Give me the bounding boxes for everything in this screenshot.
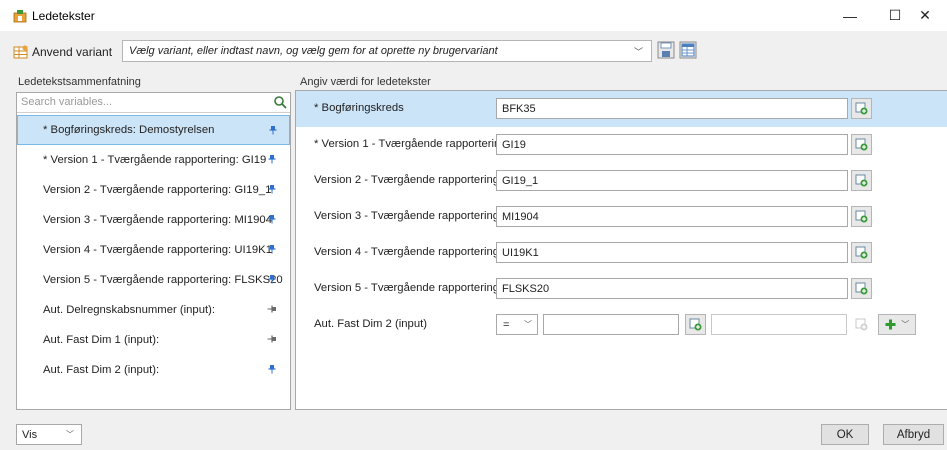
range-to-field[interactable] — [711, 314, 847, 335]
prompt-value-field[interactable]: GI19 — [496, 134, 848, 155]
chevron-down-icon: ﹀ — [66, 430, 74, 439]
lookup-button[interactable] — [851, 98, 872, 119]
pin-icon[interactable] — [267, 364, 277, 374]
minimize-button[interactable]: — — [828, 0, 872, 31]
search-icon[interactable] — [273, 95, 287, 109]
lookup-icon — [855, 138, 867, 150]
list-item[interactable]: Aut. Delregnskabsnummer (input): — [17, 295, 290, 325]
apply-variant-icon — [13, 45, 28, 59]
lookup-button[interactable] — [685, 314, 706, 335]
pin-icon[interactable] — [267, 184, 277, 194]
prompt-label: * Version 1 - Tværgående rapportering — [314, 138, 507, 150]
pin-icon[interactable] — [267, 154, 277, 164]
lookup-button[interactable] — [851, 242, 872, 263]
range-from-field[interactable] — [543, 314, 679, 335]
lookup-icon — [855, 102, 867, 114]
lookup-button[interactable] — [851, 134, 872, 155]
list-item-label: Version 4 - Tværgående rapportering: UI1… — [43, 244, 272, 256]
pin-icon[interactable] — [267, 244, 277, 254]
prompt-row: Version 4 - Tværgående rapportering UI19… — [296, 235, 947, 271]
view-select[interactable]: Vis ﹀ — [16, 424, 82, 445]
list-item-label: * Version 1 - Tværgående rapportering: G… — [43, 154, 267, 166]
list-item[interactable]: * Bogføringskreds: Demostyrelsen — [17, 115, 290, 145]
chevron-down-icon: ﹀ — [901, 320, 910, 329]
lookup-icon — [689, 318, 701, 330]
prompt-row: * Bogføringskreds BFK35 — [296, 91, 947, 127]
search-box — [17, 93, 290, 113]
unpin-icon[interactable] — [267, 304, 277, 314]
operator-value: = — [503, 319, 510, 331]
list-item[interactable]: * Version 1 - Tværgående rapportering: G… — [17, 145, 290, 175]
prompt-row: Version 2 - Tværgående rapportering GI19… — [296, 163, 947, 199]
prompt-label: Version 5 - Tværgående rapportering — [314, 282, 500, 294]
list-item[interactable]: Version 5 - Tværgående rapportering: FLS… — [17, 265, 290, 295]
lookup-icon — [855, 246, 867, 258]
variant-select-text: Vælg variant, eller indtast navn, og væl… — [129, 45, 498, 57]
prompt-value-field[interactable]: UI19K1 — [496, 242, 848, 263]
list-item-label: Aut. Delregnskabsnummer (input): — [43, 304, 216, 316]
range-prompt-row: Aut. Fast Dim 2 (input) = ﹀ ﹀ — [296, 307, 947, 343]
list-item[interactable]: Version 2 - Tværgående rapportering: GI1… — [17, 175, 290, 205]
list-item-label: Version 2 - Tværgående rapportering: GI1… — [43, 184, 272, 196]
lookup-icon — [855, 318, 867, 330]
prompt-label: Version 3 - Tværgående rapportering — [314, 210, 500, 222]
lookup-button-disabled — [851, 314, 872, 335]
variable-list: * Bogføringskreds: Demostyrelsen * Versi… — [17, 115, 290, 385]
table-view-icon[interactable] — [679, 41, 697, 59]
title-bar: Ledetekster — ☐ ✕ — [0, 0, 947, 31]
values-caption: Angiv værdi for ledetekster — [300, 76, 431, 88]
chevron-down-icon: ﹀ — [633, 47, 643, 57]
lookup-button[interactable] — [851, 170, 872, 191]
add-range-button[interactable]: ﹀ — [878, 314, 916, 335]
cancel-button[interactable]: Afbryd — [883, 424, 944, 445]
list-item-label: Aut. Fast Dim 2 (input): — [43, 364, 160, 376]
list-item[interactable]: Aut. Fast Dim 1 (input): — [17, 325, 290, 355]
window-title: Ledetekster — [32, 9, 95, 23]
pin-icon[interactable] — [267, 214, 277, 224]
prompt-row: Version 3 - Tværgående rapportering MI19… — [296, 199, 947, 235]
lookup-icon — [855, 210, 867, 222]
prompt-row: * Version 1 - Tværgående rapportering GI… — [296, 127, 947, 163]
prompt-label: * Bogføringskreds — [314, 102, 404, 114]
close-button[interactable]: ✕ — [903, 0, 947, 31]
prompt-label: Aut. Fast Dim 2 (input) — [314, 318, 428, 330]
plus-icon — [885, 319, 896, 330]
view-select-value: Vis — [22, 429, 38, 441]
save-variant-icon[interactable] — [657, 41, 675, 59]
prompt-value-field[interactable]: FLSKS20 — [496, 278, 848, 299]
unpin-icon[interactable] — [267, 334, 277, 344]
lookup-icon — [855, 174, 867, 186]
list-item[interactable]: Version 4 - Tværgående rapportering: UI1… — [17, 235, 290, 265]
prompt-values-panel: * Bogføringskreds BFK35 * Version 1 - Tv… — [295, 90, 947, 410]
lookup-button[interactable] — [851, 278, 872, 299]
lookup-icon — [855, 282, 867, 294]
list-item[interactable]: Version 3 - Tværgående rapportering: MI1… — [17, 205, 290, 235]
apply-variant-label[interactable]: Anvend variant — [32, 45, 112, 59]
ok-button[interactable]: OK — [821, 424, 869, 445]
lookup-button[interactable] — [851, 206, 872, 227]
prompt-value-field[interactable]: GI19_1 — [496, 170, 848, 191]
prompt-value-field[interactable]: MI1904 — [496, 206, 848, 227]
app-icon — [13, 10, 27, 23]
variant-bar: Anvend variant Vælg variant, eller indta… — [0, 31, 947, 67]
summary-caption: Ledetekstsammenfatning — [18, 76, 141, 88]
search-input[interactable] — [17, 93, 267, 111]
variant-select[interactable]: Vælg variant, eller indtast navn, og væl… — [122, 40, 652, 62]
list-item-label: * Bogføringskreds: Demostyrelsen — [43, 124, 215, 136]
variables-panel: * Bogføringskreds: Demostyrelsen * Versi… — [16, 92, 291, 410]
pin-icon[interactable] — [267, 274, 277, 284]
list-item-label: Version 3 - Tværgående rapportering: MI1… — [43, 214, 272, 226]
prompt-row: Version 5 - Tværgående rapportering FLSK… — [296, 271, 947, 307]
list-item-label: Aut. Fast Dim 1 (input): — [43, 334, 160, 346]
list-item-label: Version 5 - Tværgående rapportering: FLS… — [43, 274, 283, 286]
list-item[interactable]: Aut. Fast Dim 2 (input): — [17, 355, 290, 385]
pin-icon[interactable] — [268, 125, 278, 135]
prompt-label: Version 4 - Tværgående rapportering — [314, 246, 500, 258]
prompt-label: Version 2 - Tværgående rapportering — [314, 174, 500, 186]
prompt-value-field[interactable]: BFK35 — [496, 98, 848, 119]
chevron-down-icon: ﹀ — [524, 320, 532, 329]
operator-select[interactable]: = ﹀ — [496, 314, 538, 335]
